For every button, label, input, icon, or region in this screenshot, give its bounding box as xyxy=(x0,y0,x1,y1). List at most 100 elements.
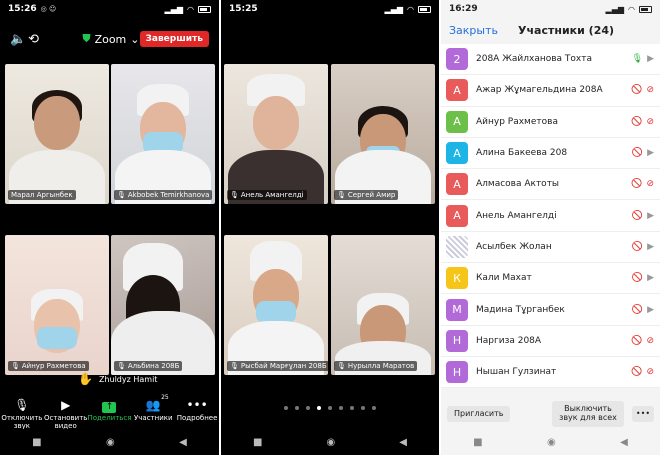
mic-off-icon: 🎙 xyxy=(230,191,239,199)
video-tile[interactable]: 🎙 Анель Амангелді xyxy=(224,64,328,204)
video-camera-icon: ▶ xyxy=(61,398,71,412)
video-tile[interactable]: 🎙 Сергей Амир xyxy=(331,64,435,204)
more-options-button[interactable]: ••• xyxy=(632,405,654,423)
video-camera-icon: ▶ xyxy=(647,210,654,221)
video-tile[interactable]: 🎙 Akbobek Temirkhanova xyxy=(111,64,215,204)
android-nav-bar: ■ ◉ ◀ xyxy=(441,429,660,455)
participant-row[interactable]: А Айнур Рахметова 🚫 ⊘ xyxy=(441,107,660,138)
shield-icon: ⛊ xyxy=(82,32,91,45)
page-dot-active[interactable] xyxy=(317,406,321,410)
speaker-icon[interactable]: 🔈 xyxy=(10,32,28,47)
microphone-off-icon: 🚫 xyxy=(631,335,643,346)
switch-camera-icon[interactable]: ⟲ xyxy=(28,32,46,47)
microphone-off-icon: 🚫 xyxy=(631,116,643,127)
avatar: М xyxy=(446,298,468,321)
home-icon[interactable]: ◉ xyxy=(106,437,115,448)
avatar: А xyxy=(446,79,468,102)
participant-label: 🎙 Айнур Рахметова xyxy=(8,361,89,371)
recent-apps-icon[interactable]: ■ xyxy=(32,437,41,448)
android-nav-bar: ■ ◉ ◀ xyxy=(221,429,439,455)
signal-icon: ▂▄▆ xyxy=(384,4,404,14)
microphone-off-icon: 🚫 xyxy=(631,210,644,221)
more-button[interactable]: ••• Подробнее xyxy=(176,398,219,428)
wifi-icon: ◠ xyxy=(407,4,414,14)
video-camera-off-icon: ⊘ xyxy=(646,85,654,96)
avatar: Н xyxy=(446,361,468,384)
close-button[interactable]: Закрыть xyxy=(449,24,498,37)
recent-apps-icon[interactable]: ■ xyxy=(253,437,262,448)
meeting-top-bar: 🔈 ⟲ ⛊ Zoom ⌄ Завершить xyxy=(0,26,219,52)
mute-all-button[interactable]: Выключить звук для всех xyxy=(552,401,624,427)
mic-off-icon: 🎙 xyxy=(230,362,239,370)
page-dot[interactable] xyxy=(328,406,332,410)
back-icon[interactable]: ◀ xyxy=(620,437,628,448)
video-tile[interactable]: 🎙 Рысбай Марғұлан 208Б xyxy=(224,235,328,375)
avatar: 2 xyxy=(446,48,468,71)
video-tile[interactable]: Марал Аргынбек xyxy=(5,64,109,204)
home-icon[interactable]: ◉ xyxy=(547,437,556,448)
participant-status-icons: 🚫 ▶ xyxy=(632,305,654,315)
share-button[interactable]: ↑ Поделиться xyxy=(88,398,131,428)
share-icon: ↑ xyxy=(102,398,117,413)
video-tile[interactable]: 🎙 Нурылла Маратов xyxy=(331,235,435,375)
participants-button[interactable]: 👥 25 Участники xyxy=(132,394,175,428)
mute-audio-button[interactable]: 🎙 Отключить звук xyxy=(0,398,43,430)
stop-video-button[interactable]: ▶ Остановить видео xyxy=(44,398,87,430)
signal-icon: ▂▄▆ xyxy=(605,4,625,14)
zoom-gallery-page-2: 15:25 ▂▄▆ ◠ 🎙 Анель Амангелді 🎙 Сергей Ами… xyxy=(221,0,439,455)
participant-row[interactable]: 2 208А Жайлханова Тохта 🎙 ▶ xyxy=(441,44,660,76)
invite-button[interactable]: Пригласить xyxy=(447,405,511,423)
participant-label: 🎙 Нурылла Маратов xyxy=(334,361,418,371)
avatar: А xyxy=(446,173,468,196)
back-icon[interactable]: ◀ xyxy=(399,437,407,448)
page-indicator xyxy=(221,406,439,410)
page-dot[interactable] xyxy=(361,406,365,410)
participant-row[interactable]: Асылбек Жолан 🚫 ▶ xyxy=(441,232,660,264)
microphone-off-icon: 🚫 xyxy=(631,241,644,252)
back-icon[interactable]: ◀ xyxy=(179,437,187,448)
video-tile[interactable]: 🎙 Альбина 208Б xyxy=(111,235,215,375)
page-dot[interactable] xyxy=(284,406,288,410)
people-icon: 👥 25 xyxy=(145,394,169,412)
page-dot[interactable] xyxy=(295,406,299,410)
participant-label: 🎙 Рысбай Марғұлан 208Б xyxy=(227,361,328,371)
status-time: 15:26 xyxy=(8,4,37,14)
status-bar: 15:25 ▂▄▆ ◠ xyxy=(221,0,439,18)
participant-row[interactable]: А Анель Амангелді 🚫 ▶ xyxy=(441,200,660,232)
meeting-title[interactable]: ⛊ Zoom ⌄ xyxy=(82,32,139,46)
participant-label: 🎙 Сергей Амир xyxy=(334,190,399,200)
recent-apps-icon[interactable]: ■ xyxy=(473,437,482,448)
microphone-off-icon: 🚫 xyxy=(631,85,643,96)
raised-hand-indicator: ✋ Zhuldyz Hamit xyxy=(78,372,157,386)
battery-icon xyxy=(198,5,211,13)
microphone-off-icon: 🚫 xyxy=(631,367,643,378)
raised-hand-icon: ✋ xyxy=(78,372,93,386)
participant-label: 🎙 Akbobek Temirkhanova xyxy=(114,190,213,200)
more-dots-icon: ••• xyxy=(186,398,208,412)
participant-row[interactable]: Н Наргиза 208А 🚫 ⊘ xyxy=(441,326,660,357)
participant-row[interactable]: А Алмасова Актоты 🚫 ⊘ xyxy=(441,169,660,201)
participants-count: 25 xyxy=(161,394,169,401)
avatar: К xyxy=(446,267,468,290)
page-dot[interactable] xyxy=(306,406,310,410)
page-dot[interactable] xyxy=(339,406,343,410)
video-tile[interactable]: 🎙 Айнур Рахметова xyxy=(5,235,109,375)
video-camera-icon: ▶ xyxy=(647,148,654,159)
participant-name: Кали Махат xyxy=(476,273,532,284)
participant-row[interactable]: М Мадина Тұрганбек 🚫 ▶ xyxy=(441,294,660,326)
participant-name: Ажар Жұмагельдина 208А xyxy=(476,85,603,96)
page-dot[interactable] xyxy=(350,406,354,410)
participant-row[interactable]: К Кали Махат 🚫 ▶ xyxy=(441,263,660,295)
status-bar: 16:29 ▂▄▆ ◠ xyxy=(441,0,660,18)
participant-status-icons: 🚫 ⊘ xyxy=(631,85,654,95)
participant-row[interactable]: А Алина Бакеева 208 🚫 ▶ xyxy=(441,138,660,170)
home-icon[interactable]: ◉ xyxy=(327,437,336,448)
page-dot[interactable] xyxy=(372,406,376,410)
video-camera-off-icon: ⊘ xyxy=(646,116,654,127)
participants-header: Закрыть Участники (24) xyxy=(441,18,660,42)
video-camera-off-icon: ⊘ xyxy=(646,335,654,346)
participant-row[interactable]: Н Нышан Гулзинат 🚫 ⊘ xyxy=(441,357,660,389)
end-meeting-button[interactable]: Завершить xyxy=(139,31,209,47)
status-extra: ◎ ☺ xyxy=(40,5,57,13)
participant-row[interactable]: А Ажар Жұмагельдина 208А 🚫 ⊘ xyxy=(441,75,660,107)
